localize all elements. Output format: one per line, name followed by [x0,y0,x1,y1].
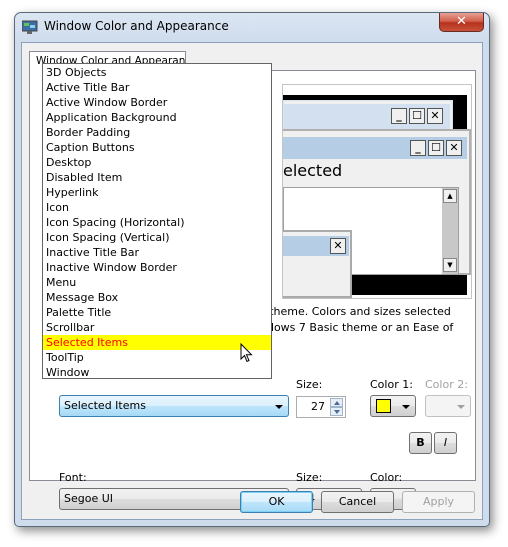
title-bar: Window Color and Appearance ✕ [15,13,489,43]
italic-button[interactable]: I [434,432,457,454]
dropdown-option[interactable]: Icon Spacing (Vertical) [43,230,271,245]
preview-selected-text: elected [283,161,343,180]
dropdown-option[interactable]: Inactive Title Bar [43,245,271,260]
apply-button: Apply [402,491,475,513]
preview-active-title-bar: _ ☐ ✕ [283,137,467,159]
arrow-up-icon [334,401,340,405]
spin-down-button[interactable] [330,407,343,416]
close-icon: ✕ [446,140,462,156]
close-icon: ✕ [456,14,467,29]
dropdown-option[interactable]: 3D Objects [43,65,271,80]
font-color-label: Color: [370,471,403,484]
dropdown-option[interactable]: Message Box [43,290,271,305]
chevron-down-icon [457,405,465,409]
dropdown-option[interactable]: Inactive Window Border [43,260,271,275]
dropdown-option[interactable]: Disabled Item [43,170,271,185]
font-label: Font: [59,471,87,484]
font-size-label: Size: [296,471,323,484]
bold-button[interactable]: B [409,432,432,454]
close-icon: ✕ [427,108,443,124]
appearance-preview: _ ☐ ✕ _ ☐ ✕ elected ▲ ▼ ✕ [282,84,472,299]
scroll-up-icon: ▲ [443,189,457,203]
dropdown-option[interactable]: Icon [43,200,271,215]
color1-swatch [376,399,391,413]
dropdown-option[interactable]: Caption Buttons [43,140,271,155]
display-settings-icon [22,20,38,34]
font-select-value: Segoe UI [64,492,114,505]
chevron-down-icon [275,405,283,409]
item-size-spinner[interactable] [330,398,343,416]
close-button[interactable]: ✕ [439,13,484,32]
color1-picker[interactable] [370,395,416,417]
color2-picker [425,395,471,417]
dropdown-option[interactable]: Desktop [43,155,271,170]
item-dropdown-list[interactable]: 3D Objects Active Title Bar Active Window … [42,63,272,379]
dropdown-option[interactable]: Icon Spacing (Horizontal) [43,215,271,230]
dropdown-option[interactable]: Palette Title [43,305,271,320]
spin-up-button[interactable] [330,398,343,407]
ok-button[interactable]: OK [240,491,313,513]
scroll-down-icon: ▼ [443,258,457,272]
dropdown-option[interactable]: Hyperlink [43,185,271,200]
dropdown-option[interactable]: Application Background [43,110,271,125]
cancel-button[interactable]: Cancel [321,491,394,513]
arrow-down-icon [334,410,340,414]
dropdown-option[interactable]: Selected Items [43,335,271,350]
maximize-icon: ☐ [409,108,425,124]
item-size-label: Size: [296,378,323,391]
maximize-icon: ☐ [428,140,444,156]
description-line: s theme. Colors and sizes selected [260,305,451,318]
dropdown-option[interactable]: Border Padding [43,125,271,140]
color1-label: Color 1: [370,378,413,391]
chevron-down-icon [402,405,410,409]
description-line: ndows 7 Basic theme or an Ease of [260,321,454,334]
close-icon: ✕ [330,238,346,254]
dropdown-option[interactable]: ToolTip [43,350,271,365]
preview-scrollbar: ▲ ▼ [442,188,458,274]
item-select[interactable]: Selected Items [59,395,289,417]
preview-inactive-title-bar: _ ☐ ✕ [284,104,450,130]
dropdown-option[interactable]: Menu [43,275,271,290]
dropdown-option[interactable]: Active Title Bar [43,80,271,95]
dropdown-option[interactable]: Window [43,365,271,380]
item-select-value: Selected Items [64,399,146,412]
color2-label: Color 2: [425,378,468,391]
window-title: Window Color and Appearance [44,19,229,33]
preview-message-box: ✕ [283,230,352,298]
dropdown-option[interactable]: Scrollbar [43,320,271,335]
item-size-value: 27 [311,400,325,413]
description-text: s theme. Colors and sizes selected ndows… [260,304,474,336]
minimize-icon: _ [391,108,407,124]
mouse-cursor-icon [240,343,253,363]
preview-message-title: ✕ [283,236,349,256]
dropdown-option[interactable]: Active Window Border [43,95,271,110]
minimize-icon: _ [410,140,426,156]
